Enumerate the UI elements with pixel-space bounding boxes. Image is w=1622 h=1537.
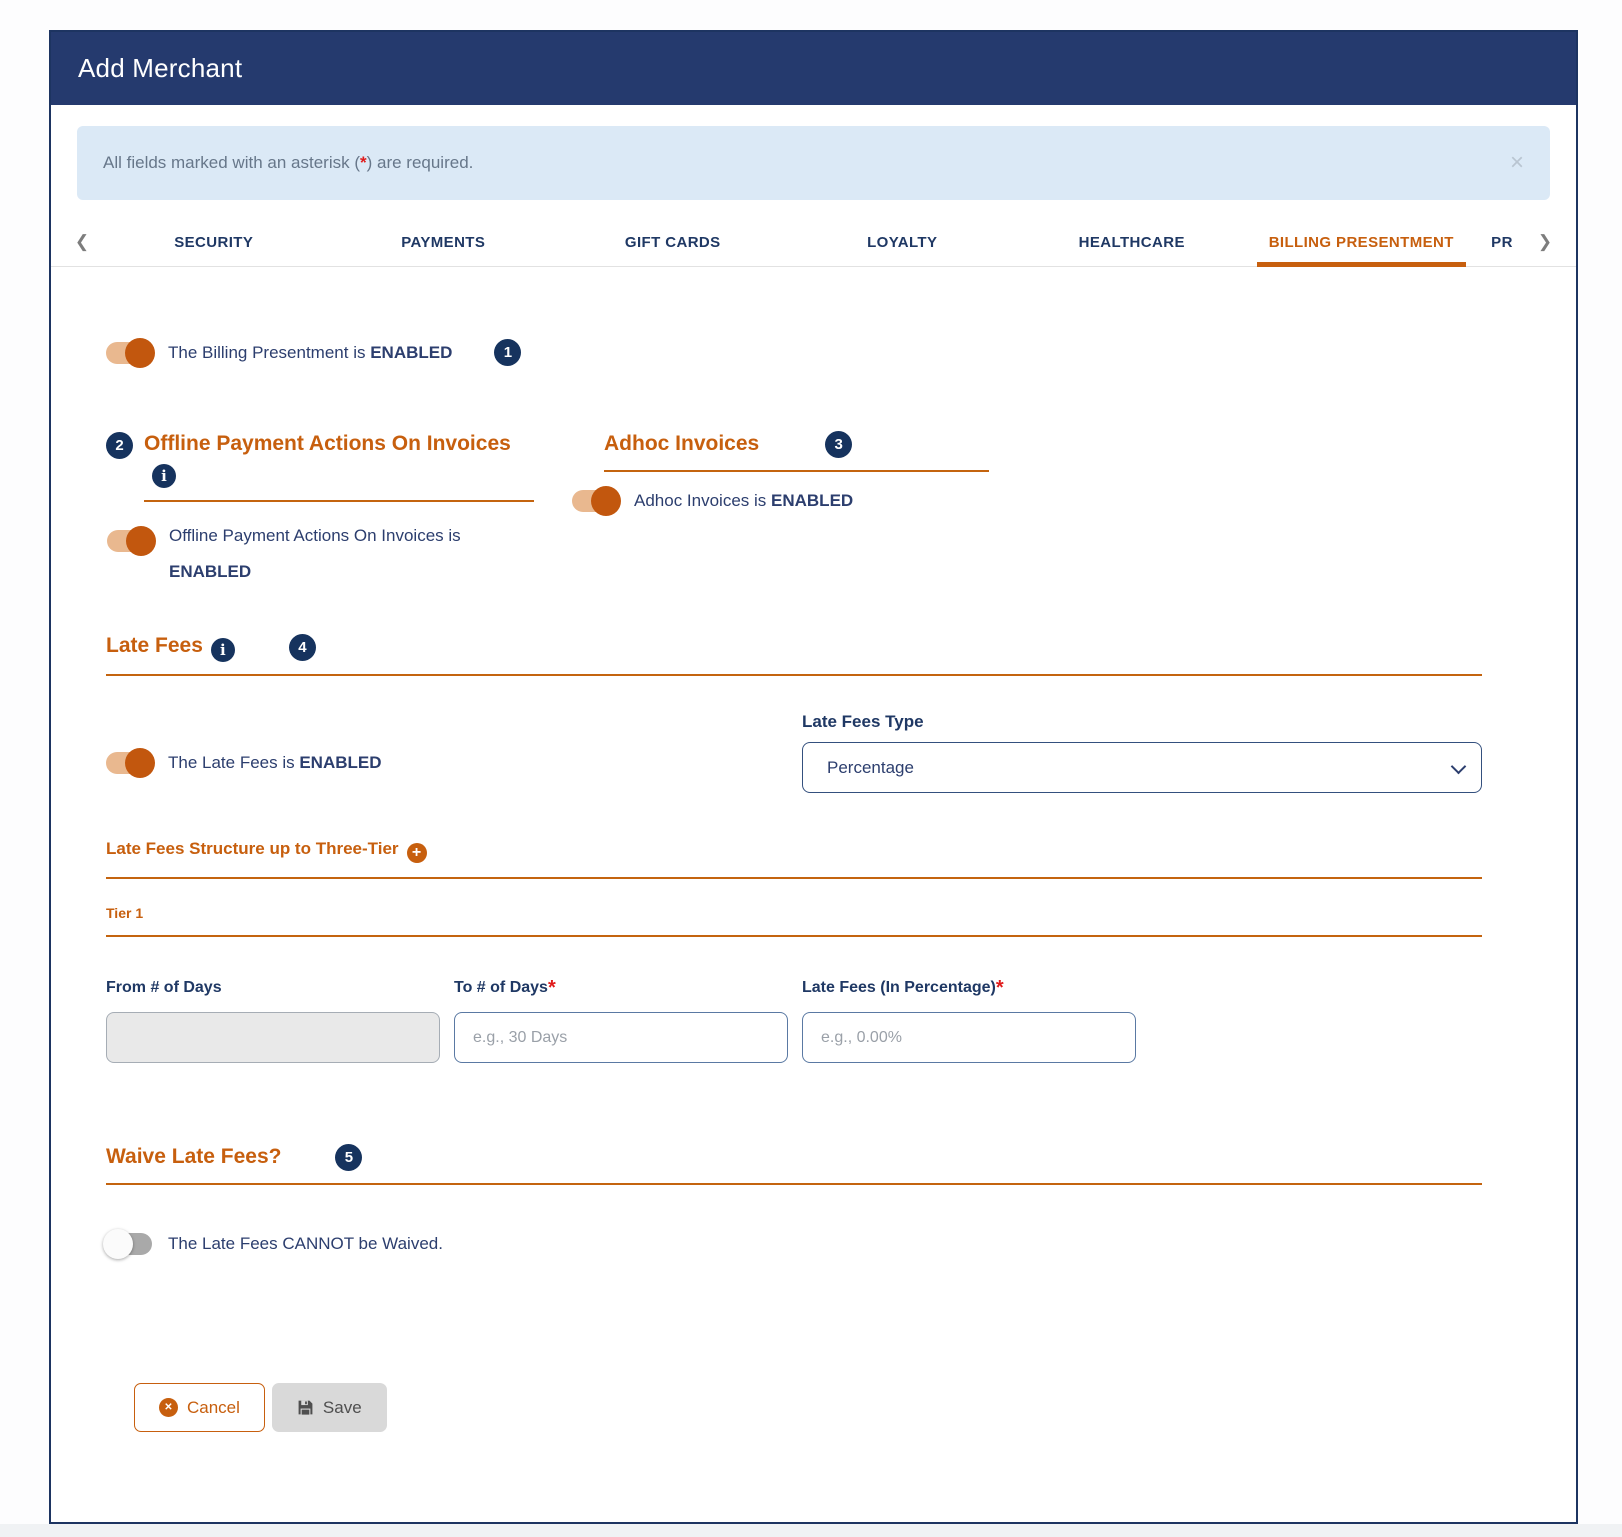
step-badge-5: 5 (335, 1144, 362, 1171)
late-fees-toggle-row: The Late Fees is ENABLED (106, 732, 802, 793)
toggle-knob (591, 486, 621, 516)
info-icon[interactable]: i (152, 464, 176, 488)
late-fees-toggle-label: The Late Fees is ENABLED (168, 753, 382, 773)
required-asterisk: * (996, 977, 1004, 999)
sections-row: 2 Offline Payment Actions On Invoicesi O… (106, 430, 1482, 590)
offline-payment-section: 2 Offline Payment Actions On Invoicesi O… (106, 430, 604, 590)
adhoc-section-title: Adhoc Invoices (604, 430, 759, 458)
billing-toggle-label: The Billing Presentment is ENABLED (168, 343, 452, 363)
from-days-input (106, 1012, 440, 1063)
adhoc-invoices-toggle[interactable] (572, 490, 618, 512)
adhoc-invoices-section: Adhoc Invoices 3 Adhoc Invoices is ENABL… (604, 430, 1482, 512)
chevron-left-icon[interactable]: ❮ (65, 218, 99, 266)
from-days-field: From # of Days (106, 977, 440, 1063)
late-fees-type-field: Late Fees Type Percentage (802, 712, 1482, 793)
late-fees-title: Late Feesi (106, 632, 235, 662)
tier-1-header: Tier 1 (106, 905, 1482, 937)
late-fees-percentage-label: Late Fees (In Percentage)* (802, 977, 1136, 1000)
save-button[interactable]: Save (272, 1383, 387, 1432)
save-floppy-icon (297, 1399, 314, 1416)
offline-payment-toggle[interactable] (107, 530, 153, 552)
required-asterisk: * (548, 977, 556, 999)
adhoc-toggle-label: Adhoc Invoices is ENABLED (634, 491, 853, 511)
action-buttons: ✕ Cancel Save (106, 1383, 1482, 1432)
chevron-right-icon[interactable]: ❯ (1528, 218, 1562, 266)
late-fees-section: Late Feesi 4 The Late Fees is ENABLED La… (106, 632, 1482, 793)
tab-pr-truncated[interactable]: PR (1476, 218, 1528, 266)
tab-loyalty[interactable]: LOYALTY (788, 218, 1018, 266)
tab-security[interactable]: SECURITY (99, 218, 329, 266)
tab-healthcare[interactable]: HEALTHCARE (1017, 218, 1247, 266)
offline-toggle-label: Offline Payment Actions On Invoices is E… (169, 518, 461, 590)
late-fees-type-label: Late Fees Type (802, 712, 1482, 732)
page-background-strip (0, 1524, 1622, 1537)
to-days-field: To # of Days* (454, 977, 788, 1063)
toggle-knob (103, 1229, 133, 1259)
toggle-knob (126, 526, 156, 556)
waive-toggle-row: The Late Fees CANNOT be Waived. (106, 1233, 1482, 1255)
late-fees-percentage-field: Late Fees (In Percentage)* (802, 977, 1136, 1063)
tier-1-label: Tier 1 (106, 905, 143, 921)
tab-payments[interactable]: PAYMENTS (329, 218, 559, 266)
to-days-label: To # of Days* (454, 977, 788, 1000)
required-fields-banner: All fields marked with an asterisk (*) a… (77, 126, 1550, 200)
add-merchant-dialog: Add Merchant All fields marked with an a… (49, 30, 1578, 1524)
add-tier-icon[interactable]: + (407, 843, 427, 863)
structure-title: Late Fees Structure up to Three-Tier (106, 839, 399, 858)
close-icon[interactable]: × (1510, 151, 1524, 175)
billing-presentment-toggle[interactable] (106, 342, 152, 364)
banner-text: All fields marked with an asterisk (*) a… (103, 153, 473, 173)
asterisk: * (360, 153, 367, 172)
toggle-knob (125, 748, 155, 778)
late-fees-toggle[interactable] (106, 752, 152, 774)
waive-late-fees-toggle[interactable] (106, 1233, 152, 1255)
step-badge-2: 2 (106, 432, 133, 459)
dialog-header: Add Merchant (51, 32, 1576, 105)
tab-gift-cards[interactable]: GIFT CARDS (558, 218, 788, 266)
offline-section-title: Offline Payment Actions On Invoicesi (144, 430, 534, 500)
step-badge-3: 3 (825, 431, 852, 458)
billing-toggle-row: The Billing Presentment is ENABLED 1 (106, 339, 1482, 366)
info-icon[interactable]: i (211, 638, 235, 662)
waive-title: Waive Late Fees? (106, 1143, 281, 1171)
offline-toggle-row: Offline Payment Actions On Invoices is E… (106, 518, 604, 590)
tab-billing-presentment[interactable]: BILLING PRESENTMENT (1247, 218, 1477, 266)
cancel-x-icon: ✕ (159, 1398, 178, 1417)
late-fees-type-select[interactable]: Percentage (802, 742, 1482, 793)
adhoc-toggle-row: Adhoc Invoices is ENABLED (572, 490, 1482, 512)
from-days-label: From # of Days (106, 977, 440, 1000)
to-days-input[interactable] (454, 1012, 788, 1063)
step-badge-1: 1 (494, 339, 521, 366)
tier-1-fields-row: From # of Days To # of Days* Late Fees (… (106, 977, 1482, 1063)
late-fees-structure-header: Late Fees Structure up to Three-Tier + (106, 839, 1482, 879)
late-fees-percentage-input[interactable] (802, 1012, 1136, 1063)
waive-late-fees-section: Waive Late Fees? 5 The Late Fees CANNOT … (106, 1143, 1482, 1255)
billing-presentment-panel: The Billing Presentment is ENABLED 1 2 O… (51, 267, 1576, 1522)
toggle-knob (125, 338, 155, 368)
waive-toggle-label: The Late Fees CANNOT be Waived. (168, 1234, 443, 1254)
cancel-button[interactable]: ✕ Cancel (134, 1383, 265, 1432)
step-badge-4: 4 (289, 634, 316, 661)
tab-bar: ❮ SECURITY PAYMENTS GIFT CARDS LOYALTY H… (51, 218, 1576, 267)
page-title: Add Merchant (78, 53, 242, 84)
